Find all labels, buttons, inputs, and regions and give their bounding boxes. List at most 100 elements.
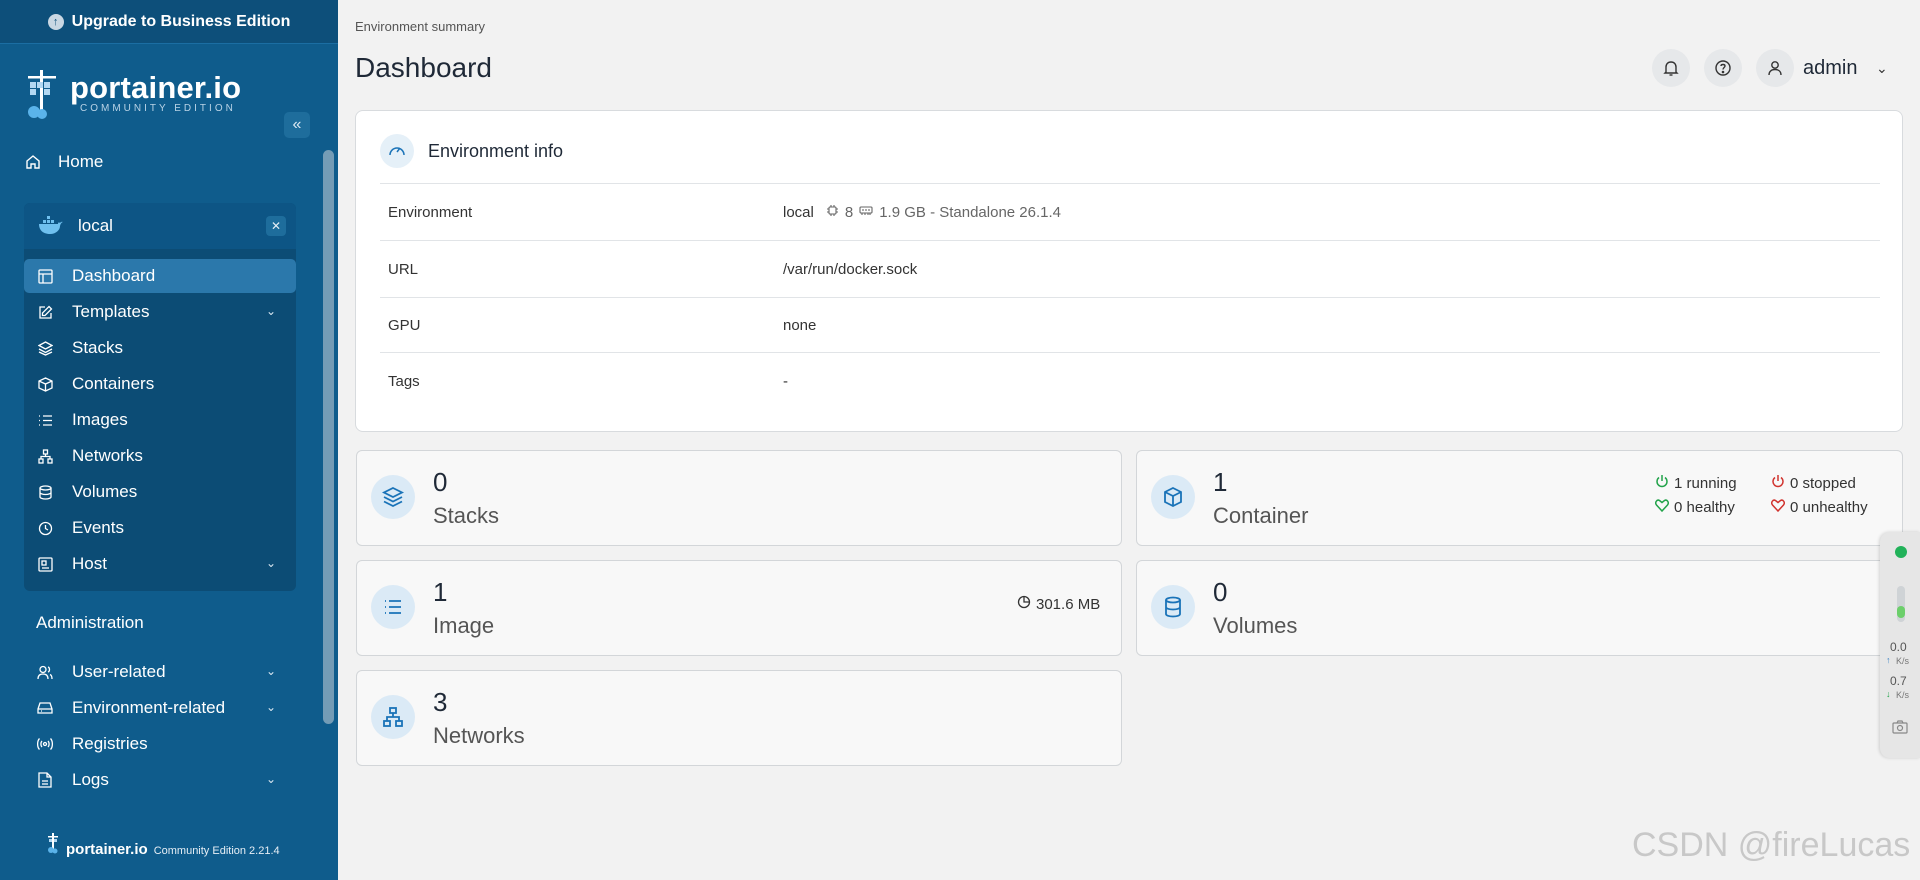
drive-icon — [36, 699, 54, 717]
file-icon — [36, 771, 54, 789]
sidebar-item-stacks[interactable]: Stacks — [24, 331, 296, 365]
close-icon: ✕ — [270, 219, 282, 233]
volumes-card[interactable]: 0 Volumes — [1136, 560, 1903, 656]
heart-icon — [1771, 499, 1785, 516]
list-icon — [36, 411, 54, 429]
layers-icon — [36, 339, 54, 357]
unhealthy-badge: 0 unhealthy — [1771, 499, 1868, 516]
user-menu-button[interactable] — [1756, 49, 1794, 87]
sidebar-item-label: Images — [72, 410, 128, 429]
database-icon — [1151, 585, 1195, 629]
footer-brand: portainer.io — [66, 841, 148, 858]
bell-icon — [1663, 61, 1679, 76]
status-dot — [1895, 546, 1907, 558]
home-icon — [24, 153, 42, 171]
box-icon — [1151, 475, 1195, 519]
notifications-button[interactable] — [1652, 49, 1690, 87]
upgrade-label: Upgrade to Business Edition — [71, 12, 291, 30]
help-button[interactable] — [1704, 49, 1742, 87]
load-bar — [1897, 586, 1905, 622]
sidebar-item-label: User-related — [72, 662, 166, 681]
gauge-icon — [380, 134, 414, 168]
upgrade-banner[interactable]: ↑ Upgrade to Business Edition — [0, 0, 338, 44]
camera-icon[interactable] — [1892, 720, 1908, 739]
sidebar-item-label: Dashboard — [72, 266, 156, 285]
arrow-up-circle-icon: ↑ — [47, 13, 64, 30]
url-value: /var/run/docker.sock — [783, 261, 918, 278]
chevrons-left-icon: « — [292, 116, 302, 133]
chevron-down-icon: ⌄ — [265, 664, 276, 678]
user-icon — [1768, 61, 1782, 76]
sidebar-item-registries[interactable]: Registries — [24, 727, 296, 761]
sidebar-item-dashboard[interactable]: Dashboard — [24, 259, 296, 293]
images-label: Image — [433, 613, 495, 638]
radio-icon — [36, 735, 54, 753]
healthy-badge: 0 healthy — [1655, 499, 1735, 516]
tags-label: Tags — [388, 373, 420, 390]
logo-title: portainer.io — [70, 69, 242, 105]
containers-label: Container — [1213, 503, 1309, 528]
sidebar-item-environment-related[interactable]: Environment-related ⌄ — [24, 691, 296, 725]
collapse-sidebar-button[interactable]: « — [284, 112, 310, 138]
networks-label: Networks — [433, 723, 525, 748]
network-icon — [371, 695, 415, 739]
stacks-count: 0 — [433, 467, 448, 497]
sidebar-item-networks[interactable]: Networks — [24, 439, 296, 473]
network-icon — [36, 447, 54, 465]
heart-icon — [1655, 499, 1669, 516]
volumes-label: Volumes — [1213, 613, 1298, 638]
environment-info-title: Environment info — [380, 134, 563, 168]
list-icon — [371, 585, 415, 629]
help-icon — [1715, 60, 1731, 76]
environment-value: local 8 1.9 GB - Standalone 26.1.4 — [783, 204, 1061, 221]
environment-close-button[interactable]: ✕ — [266, 216, 286, 236]
sidebar-item-label: Host — [72, 554, 107, 573]
sidebar-item-templates[interactable]: Templates ⌄ — [24, 295, 296, 329]
gpu-value: none — [783, 317, 817, 334]
portainer-logo[interactable]: portainer.io COMMUNITY EDITION — [22, 66, 241, 120]
sidebar-item-host[interactable]: Host ⌄ — [24, 547, 296, 581]
upload-value: 0.0 — [1890, 640, 1907, 654]
chevron-down-icon: ⌄ — [265, 700, 276, 714]
sidebar-item-label: Templates — [72, 302, 150, 321]
stacks-card[interactable]: 0 Stacks — [356, 450, 1122, 546]
portainer-crane-icon — [28, 70, 56, 119]
sidebar-item-home[interactable]: Home — [24, 146, 103, 178]
layers-icon — [371, 475, 415, 519]
sidebar-item-containers[interactable]: Containers — [24, 367, 296, 401]
footer-edition: Community Edition 2.21.4 — [153, 845, 280, 857]
sidebar-scrollbar[interactable] — [323, 150, 334, 724]
sidebar-item-volumes[interactable]: Volumes — [24, 475, 296, 509]
network-monitor-widget[interactable]: 0.0 ↑ K/s 0.7 ↓ K/s — [1880, 532, 1920, 758]
sidebar-item-logs[interactable]: Logs ⌄ — [24, 763, 296, 797]
healthy-text: 0 healthy — [1674, 499, 1735, 516]
chevron-down-icon[interactable]: ⌄ — [1876, 60, 1888, 77]
sidebar-footer: portainer.io Community Edition 2.21.4 — [46, 832, 280, 858]
sidebar-item-events[interactable]: Events — [24, 511, 296, 545]
containers-count: 1 — [1213, 467, 1228, 497]
clock-icon — [36, 519, 54, 537]
divider — [380, 297, 1880, 298]
host-icon — [36, 555, 54, 573]
images-card[interactable]: 1 Image 301.6 MB — [356, 560, 1122, 656]
networks-count: 3 — [433, 687, 448, 717]
stacks-label: Stacks — [433, 503, 500, 528]
user-name[interactable]: admin — [1803, 57, 1857, 80]
sidebar-item-user-related[interactable]: User-related ⌄ — [24, 655, 296, 689]
database-icon — [36, 483, 54, 501]
sidebar-item-label: Events — [72, 518, 124, 537]
sidebar-item-images[interactable]: Images — [24, 403, 296, 437]
download-value: 0.7 — [1890, 674, 1907, 688]
environment-header[interactable]: local ✕ — [24, 203, 296, 249]
environment-label: Environment — [388, 204, 473, 221]
breadcrumb[interactable]: Environment summary — [355, 19, 485, 34]
dashboard-icon — [36, 267, 54, 285]
power-icon — [1771, 474, 1785, 492]
networks-card[interactable]: 3 Networks — [356, 670, 1122, 766]
containers-card[interactable]: 1 Container 1 running 0 stopped 0 health… — [1136, 450, 1903, 546]
divider — [380, 352, 1880, 353]
sidebar-item-label: Registries — [72, 734, 148, 753]
upload-unit: K/s — [1896, 656, 1910, 666]
chevron-down-icon: ⌄ — [265, 304, 276, 318]
stopped-badge: 0 stopped — [1771, 474, 1856, 492]
